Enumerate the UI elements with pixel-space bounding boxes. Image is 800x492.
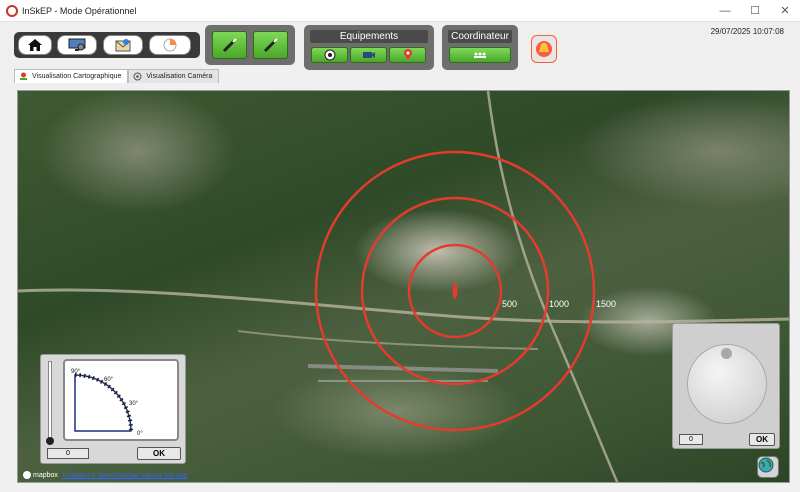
equipement-button-1[interactable]	[311, 47, 348, 63]
globe-button[interactable]	[757, 456, 779, 478]
range-label-500: 500	[502, 299, 517, 309]
toolbar: Equipements Coordinateur 29/07/2025 10:0…	[0, 22, 800, 70]
camera-icon	[362, 52, 375, 58]
mapbox-logo-text: mapbox	[33, 471, 58, 479]
elevation-value[interactable]: 0	[47, 448, 89, 459]
window-titlebar: InSkEP - Mode Opérationnel — ☐ ✕	[0, 0, 800, 22]
map-attribution[interactable]: © Mapbox © OpenStreetMap Improve this ma…	[62, 473, 187, 479]
monitor-icon	[68, 38, 86, 51]
location-pin-icon	[403, 49, 412, 60]
mail-icon	[115, 39, 131, 52]
maximize-button[interactable]: ☐	[740, 0, 770, 22]
window-title: InSkEP - Mode Opérationnel	[22, 5, 137, 16]
angle-label-90: 90°	[71, 369, 81, 375]
home-button[interactable]	[18, 35, 52, 55]
tab-visualisation-cartographique[interactable]: Visualisation Cartographique	[14, 69, 129, 83]
alarm-button[interactable]	[531, 35, 557, 63]
mapbox-icon	[23, 471, 31, 479]
angle-label-0: 0°	[137, 431, 143, 437]
elevation-slider-track[interactable]	[48, 361, 52, 441]
camera-icon	[133, 72, 142, 81]
users-icon	[474, 52, 486, 58]
equipements-label: Equipements	[310, 30, 428, 43]
report-button[interactable]	[103, 35, 143, 55]
elevation-panel: 90° 60° 30° 0° 0 OK	[40, 354, 186, 464]
tab-visualisation-camera[interactable]: Visualisation Caméra	[128, 69, 220, 83]
tool-button-2[interactable]	[253, 31, 288, 59]
elevation-slider-handle[interactable]	[46, 437, 54, 445]
wand-icon	[222, 38, 237, 53]
app-icon	[6, 4, 18, 17]
tab-label: Visualisation Caméra	[146, 73, 213, 80]
home-icon	[28, 39, 42, 51]
tab-label: Visualisation Cartographique	[32, 73, 122, 80]
map-view[interactable]: 500 1000 1500 90° 60° 30° 0° 0 OK 0 OK m…	[17, 90, 790, 483]
azimuth-value[interactable]: 0	[679, 434, 703, 445]
equipement-button-3[interactable]	[389, 47, 426, 63]
target-marker[interactable]	[452, 283, 458, 299]
minimize-button[interactable]: —	[710, 0, 740, 22]
view-tabs: Visualisation Cartographique Visualisati…	[14, 69, 220, 83]
globe-icon	[758, 457, 774, 473]
azimuth-knob-indicator	[721, 348, 732, 359]
timer-button[interactable]	[149, 35, 191, 55]
equipement-button-2[interactable]	[350, 47, 387, 63]
sensor-icon	[324, 49, 335, 61]
azimuth-ok-button[interactable]: OK	[749, 433, 775, 446]
current-datetime: 29/07/2025 10:07:08	[710, 27, 784, 36]
angle-label-30: 30°	[129, 401, 139, 407]
pie-timer-icon	[163, 38, 177, 52]
range-label-1000: 1000	[549, 299, 569, 309]
elevation-ok-button[interactable]: OK	[137, 447, 181, 460]
angle-label-60: 60°	[104, 377, 114, 383]
range-label-1500: 1500	[596, 299, 616, 309]
wand-icon	[263, 38, 278, 53]
bell-icon	[536, 41, 552, 57]
map-icon	[20, 72, 27, 80]
tool-button-1[interactable]	[212, 31, 247, 59]
elevation-gauge: 90° 60° 30° 0°	[63, 359, 179, 441]
mapbox-logo: mapbox	[23, 471, 58, 479]
close-button[interactable]: ✕	[770, 0, 800, 22]
coordinateur-label: Coordinateur	[448, 30, 512, 43]
monitor-settings-button[interactable]	[57, 35, 97, 55]
coordinateur-button[interactable]	[449, 47, 511, 63]
azimuth-panel: 0 OK	[672, 323, 780, 449]
